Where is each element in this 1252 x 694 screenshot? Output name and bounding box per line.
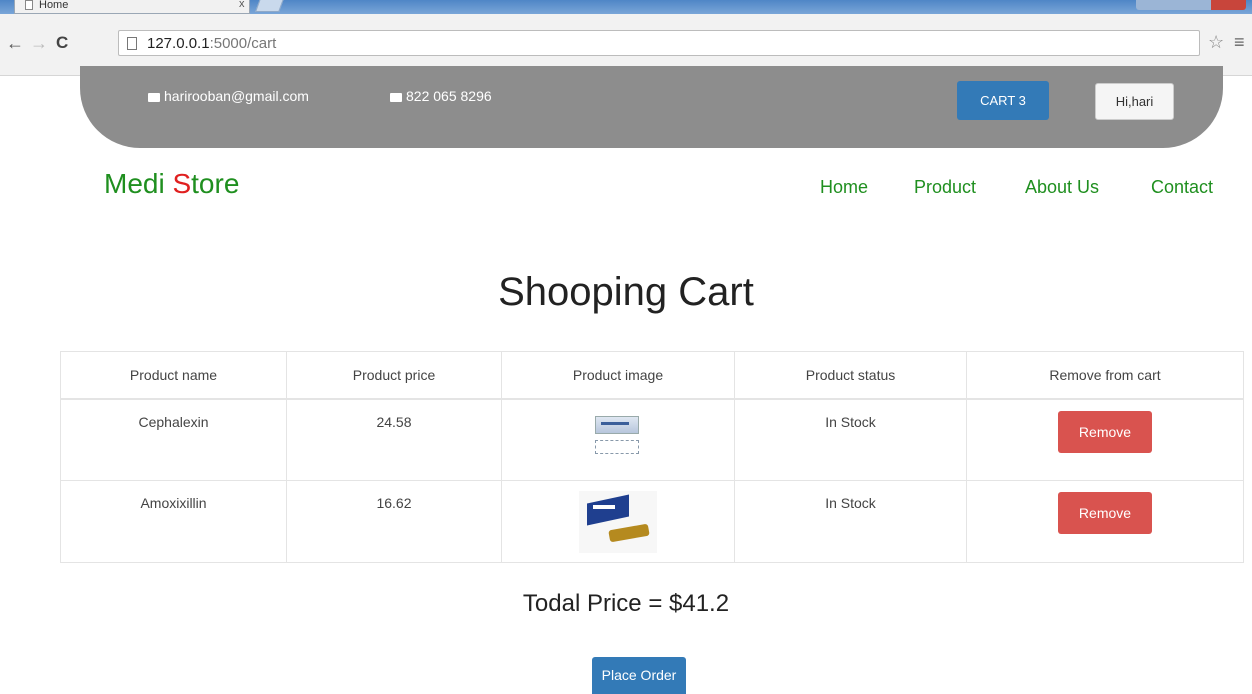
- product-name: Cephalexin: [60, 398, 287, 481]
- reload-icon[interactable]: C: [56, 34, 68, 52]
- header-product-image: Product image: [501, 351, 735, 400]
- nav-link-product[interactable]: Product: [914, 177, 976, 198]
- url-text[interactable]: 127.0.0.1:5000/cart: [147, 35, 276, 52]
- menu-icon[interactable]: ≡: [1234, 32, 1245, 53]
- remove-button[interactable]: Remove: [1058, 410, 1152, 453]
- contact-email: harirooban@gmail.com: [148, 88, 309, 104]
- browser-tabstrip: Home x: [0, 0, 1252, 14]
- product-price: 16.62: [286, 480, 502, 563]
- table-row: Cephalexin 24.58 In Stock Remove: [60, 398, 1244, 481]
- contact-phone: 822 065 8296: [390, 88, 492, 104]
- remove-button[interactable]: Remove: [1058, 492, 1152, 534]
- window-controls[interactable]: [1136, 0, 1246, 10]
- page-title: Shooping Cart: [498, 270, 754, 314]
- header-product-price: Product price: [286, 351, 502, 400]
- place-order-button[interactable]: Place Order: [592, 657, 686, 694]
- tab-title: Home: [39, 0, 69, 11]
- brand-logo[interactable]: Medi Store: [104, 168, 239, 200]
- site-topbar: harirooban@gmail.com 822 065 8296 CART 3…: [80, 66, 1223, 148]
- table-header-row: Product name Product price Product image…: [60, 351, 1244, 400]
- address-bar[interactable]: 127.0.0.1:5000/cart: [118, 30, 1200, 56]
- browser-tab[interactable]: Home x: [14, 0, 250, 14]
- page-icon: [127, 37, 137, 50]
- total-price: Todal Price = $41.2: [522, 590, 730, 617]
- header-product-status: Product status: [734, 351, 967, 400]
- nav-link-home[interactable]: Home: [820, 177, 868, 198]
- product-name: Amoxixillin: [60, 480, 287, 563]
- page-icon: [25, 0, 33, 10]
- table-row: Amoxixillin 16.62 In Stock Remove: [60, 480, 1244, 563]
- header-product-name: Product name: [60, 351, 287, 400]
- nav-link-contact[interactable]: Contact: [1151, 177, 1213, 198]
- product-image-cell: [501, 398, 735, 481]
- envelope-icon: [148, 92, 160, 102]
- cart-button[interactable]: CART 3: [957, 81, 1049, 120]
- forward-arrow-icon[interactable]: →: [30, 34, 48, 52]
- nav-link-about[interactable]: About Us: [1025, 177, 1099, 198]
- back-arrow-icon[interactable]: ←: [6, 34, 24, 52]
- product-price: 24.58: [286, 398, 502, 481]
- tab-close-icon[interactable]: x: [239, 0, 245, 10]
- product-image: [579, 491, 657, 553]
- product-status: In Stock: [734, 480, 967, 563]
- star-icon[interactable]: ☆: [1208, 32, 1224, 53]
- cart-table: Product name Product price Product image…: [60, 351, 1244, 563]
- remove-cell: Remove: [966, 398, 1244, 481]
- phone-icon: [390, 92, 402, 102]
- header-remove: Remove from cart: [966, 351, 1244, 400]
- new-tab-button[interactable]: [255, 0, 285, 12]
- product-image: [593, 412, 643, 462]
- product-image-cell: [501, 480, 735, 563]
- product-status: In Stock: [734, 398, 967, 481]
- remove-cell: Remove: [966, 480, 1244, 563]
- user-button[interactable]: Hi,hari: [1095, 83, 1174, 120]
